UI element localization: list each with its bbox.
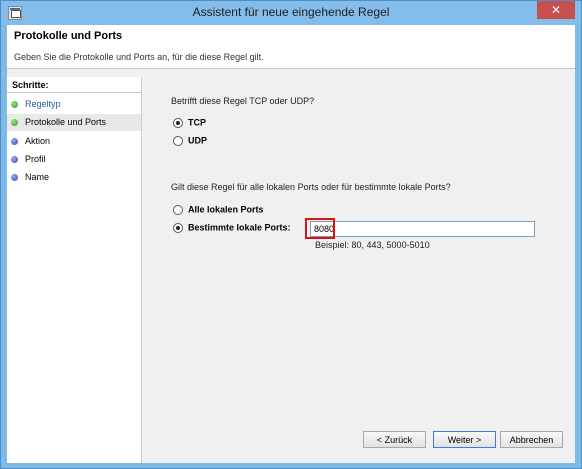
radio-label: TCP xyxy=(188,117,206,128)
radio-button[interactable] xyxy=(173,204,183,215)
radio-label: UDP xyxy=(188,135,208,146)
step-current-icon xyxy=(11,119,18,126)
radio-button[interactable] xyxy=(173,135,183,146)
steps-sidebar: Schritte: Regeltyp Protokolle und Ports … xyxy=(7,77,142,463)
radio-button-checked[interactable] xyxy=(173,117,183,128)
page-description: Geben Sie die Protokolle und Ports an, f… xyxy=(14,52,264,62)
steps-heading: Schritte: xyxy=(12,80,49,90)
sidebar-item-label: Regeltyp xyxy=(25,99,61,109)
radio-all-ports[interactable]: Alle lokalen Ports xyxy=(173,203,264,217)
local-ports-input[interactable] xyxy=(310,221,535,237)
sidebar-item-label: Profil xyxy=(25,154,46,164)
step-complete-icon xyxy=(11,101,18,108)
steps-divider xyxy=(7,92,141,93)
close-button[interactable]: ✕ xyxy=(537,1,575,19)
step-pending-icon xyxy=(11,156,18,163)
sidebar-item-name[interactable]: Name xyxy=(7,169,141,186)
sidebar-item-label: Aktion xyxy=(25,136,51,146)
radio-button-checked[interactable] xyxy=(173,222,183,233)
radio-udp[interactable]: UDP xyxy=(173,134,207,148)
wizard-window: Assistent für neue eingehende Regel ✕ Pr… xyxy=(0,0,582,469)
protocol-question: Betrifft diese Regel TCP oder UDP? xyxy=(171,96,315,106)
next-button[interactable]: Weiter > xyxy=(433,431,496,448)
cancel-button[interactable]: Abbrechen xyxy=(500,431,563,448)
sidebar-item-protokolle-und-ports[interactable]: Protokolle und Ports xyxy=(7,114,141,131)
title-bar[interactable]: Assistent für neue eingehende Regel ✕ xyxy=(1,1,581,25)
sidebar-item-label: Name xyxy=(25,172,50,182)
page-title: Protokolle und Ports xyxy=(14,30,123,42)
main-content: Betrifft diese Regel TCP oder UDP? TCP U… xyxy=(143,77,575,463)
sidebar-item-profil[interactable]: Profil xyxy=(7,151,141,168)
window-title: Assistent für neue eingehende Regel xyxy=(192,5,390,19)
step-pending-icon xyxy=(11,174,18,181)
back-button[interactable]: < Zurück xyxy=(363,431,426,448)
sidebar-item-aktion[interactable]: Aktion xyxy=(7,133,141,150)
annotation-highlight-box xyxy=(305,218,335,239)
radio-label: Alle lokalen Ports xyxy=(188,204,264,215)
step-pending-icon xyxy=(11,138,18,145)
radio-tcp[interactable]: TCP xyxy=(173,116,206,130)
ports-question: Gilt diese Regel für alle lokalen Ports … xyxy=(171,182,451,192)
radio-label: Bestimmte lokale Ports: xyxy=(188,222,291,233)
sidebar-item-label: Protokolle und Ports xyxy=(25,117,107,127)
wizard-client-area: Protokolle und Ports Geben Sie die Proto… xyxy=(7,25,575,463)
close-icon: ✕ xyxy=(550,3,562,17)
page-header: Protokolle und Ports Geben Sie die Proto… xyxy=(7,25,575,69)
sidebar-item-regeltyp[interactable]: Regeltyp xyxy=(7,96,141,113)
radio-specific-ports[interactable]: Bestimmte lokale Ports: xyxy=(173,221,291,235)
ports-example-hint: Beispiel: 80, 443, 5000-5010 xyxy=(315,240,430,250)
